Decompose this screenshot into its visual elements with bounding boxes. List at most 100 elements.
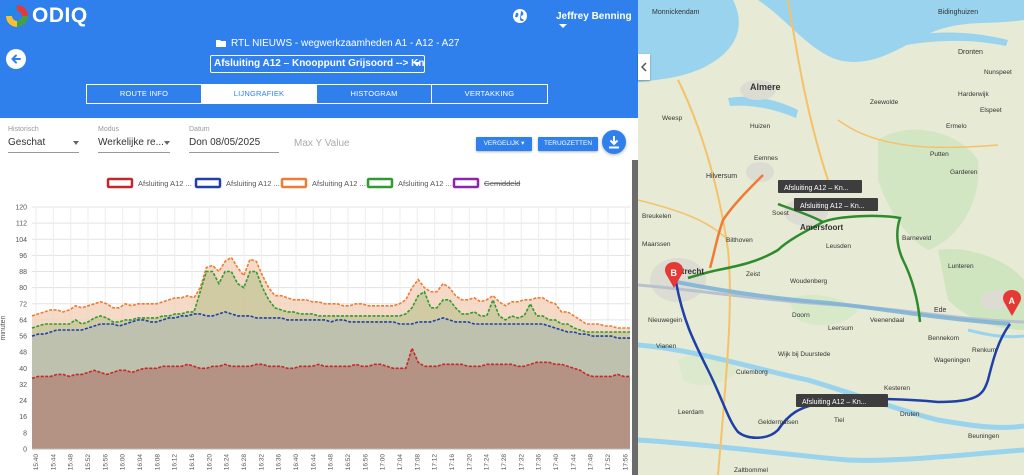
x-tick-label: 17:00: [380, 454, 387, 471]
map-label: Lunteren: [948, 263, 974, 270]
legend-label[interactable]: Gemiddeld: [484, 179, 520, 188]
map-label: Culemborg: [736, 369, 768, 376]
route-label[interactable]: Afsluiting A12 – Kn...: [784, 185, 849, 192]
reset-label: TERUGZETTEN: [543, 140, 593, 147]
x-tick-label: 15:48: [68, 454, 75, 471]
map-label: Barneveld: [902, 235, 932, 242]
historisch-label: Historisch: [8, 126, 39, 133]
map-label: Breukelen: [642, 213, 672, 220]
max-y-input[interactable]: Max Y Value: [294, 134, 354, 153]
map-label: Weesp: [662, 115, 682, 122]
tab-vertakking[interactable]: VERTAKKING: [432, 85, 547, 103]
svg-text:A: A: [1009, 296, 1016, 306]
x-tick-label: 17:56: [622, 454, 629, 471]
map-label: Bilthoven: [726, 237, 753, 244]
user-menu[interactable]: Jeffrey Benning: [556, 11, 638, 33]
y-tick-label: 120: [15, 205, 27, 212]
y-tick-label: 8: [23, 430, 27, 437]
y-tick-label: 96: [19, 253, 27, 260]
modus-label: Modus: [98, 126, 120, 133]
map-panel[interactable]: Monnickendam Bidinghuizen Dronten Harder…: [638, 0, 1024, 475]
y-tick-label: 104: [15, 237, 27, 244]
map-label: Hilversum: [706, 173, 737, 180]
x-tick-label: 15:52: [85, 454, 92, 471]
map-label: Leersum: [828, 325, 853, 332]
collapse-map-button[interactable]: [638, 54, 650, 80]
route-label[interactable]: Afsluiting A12 – Kn...: [802, 399, 867, 406]
x-tick-label: 16:08: [154, 454, 161, 471]
y-tick-label: 0: [23, 447, 27, 454]
datum-picker[interactable]: Datum Don 08/05/2025: [189, 126, 279, 153]
tab-lijngrafiek[interactable]: LIJNGRAFIEK: [202, 85, 317, 103]
odiq-logo[interactable]: ODIQ: [6, 4, 88, 28]
user-name: Jeffrey Benning: [556, 11, 632, 22]
legend-swatch[interactable]: [106, 177, 134, 189]
globe-icon[interactable]: [512, 8, 528, 24]
x-tick-label: 16:32: [258, 454, 265, 471]
historisch-select[interactable]: Historisch Geschat: [8, 126, 79, 153]
x-tick-label: 16:16: [189, 454, 196, 471]
x-tick-label: 16:36: [276, 454, 283, 471]
map-label: Nunspeet: [984, 69, 1012, 76]
x-tick-label: 16:40: [293, 454, 300, 471]
legend-swatch[interactable]: [194, 177, 222, 189]
route-label[interactable]: Afsluiting A12 – Kn...: [800, 203, 865, 210]
y-tick-label: 56: [19, 334, 27, 341]
tab-route-info[interactable]: ROUTE INFO: [87, 85, 202, 103]
x-tick-label: 17:04: [397, 454, 404, 471]
x-tick-label: 17:12: [432, 454, 439, 471]
x-tick-label: 15:40: [33, 454, 40, 471]
compare-label: VERGELIJK: [483, 140, 520, 147]
route-map[interactable]: Monnickendam Bidinghuizen Dronten Harder…: [638, 0, 1024, 475]
download-icon: [609, 136, 619, 149]
legend-label[interactable]: Afsluiting A12 ...: [312, 179, 366, 188]
map-label: Renkum: [972, 347, 996, 354]
y-tick-label: 16: [19, 414, 27, 421]
legend-label[interactable]: Afsluiting A12 ...: [138, 179, 192, 188]
x-tick-label: 16:52: [345, 454, 352, 471]
legend-swatch[interactable]: [452, 177, 480, 189]
map-label: Leerdam: [678, 409, 704, 416]
map-label: Almere: [750, 82, 781, 92]
y-tick-label: 24: [19, 398, 27, 405]
y-tick-label: 88: [19, 269, 27, 276]
datum-label: Datum: [189, 126, 210, 133]
back-button[interactable]: [6, 49, 26, 69]
map-label: Nieuwegein: [648, 317, 682, 324]
svg-text:B: B: [671, 268, 678, 278]
legend-label[interactable]: Afsluiting A12 ...: [398, 179, 452, 188]
folder-icon: [216, 40, 226, 47]
compare-button[interactable]: VERGELIJK ▾: [476, 137, 532, 151]
y-tick-label: 72: [19, 301, 27, 308]
map-label: Monnickendam: [652, 9, 700, 16]
left-panel: ODIQ Jeffrey Benning RTL NIEUWS - wegwer…: [0, 0, 638, 475]
route-select[interactable]: Afsluiting A12 – Knooppunt Grijsoord -->…: [210, 55, 425, 73]
chevron-down-icon: [73, 141, 79, 148]
map-label: Bidinghuizen: [938, 9, 978, 16]
legend-label[interactable]: Afsluiting A12 ...: [226, 179, 280, 188]
chevron-down-icon: [164, 141, 170, 148]
map-label: Ede: [934, 307, 947, 314]
modus-select[interactable]: Modus Werkelijke re...: [98, 126, 170, 153]
x-tick-label: 17:52: [605, 454, 612, 471]
route-title-text: RTL NIEUWS - wegwerkzaamheden A1 - A12 -…: [231, 38, 460, 49]
reset-button[interactable]: TERUGZETTEN: [538, 137, 598, 151]
map-label: Ermelo: [946, 123, 967, 130]
map-label: Zeist: [746, 271, 760, 278]
map-label: Harderwijk: [958, 91, 989, 98]
logo-icon: [6, 5, 28, 27]
map-label: Vianen: [656, 343, 677, 350]
x-tick-label: 16:28: [241, 454, 248, 471]
map-label: Soest: [772, 210, 789, 217]
x-tick-label: 17:20: [466, 454, 473, 471]
legend-swatch[interactable]: [366, 177, 394, 189]
map-label: Druten: [900, 411, 920, 418]
line-chart: Afsluiting A12 ... Afsluiting A12 ... Afsl…: [0, 177, 630, 471]
tab-histogram[interactable]: HISTOGRAM: [317, 85, 432, 103]
x-tick-label: 16:12: [172, 454, 179, 471]
x-tick-label: 17:32: [518, 454, 525, 471]
map-label: Beuningen: [968, 433, 999, 440]
download-button[interactable]: [602, 130, 626, 154]
x-tick-label: 16:00: [120, 454, 127, 471]
legend-swatch[interactable]: [280, 177, 308, 189]
